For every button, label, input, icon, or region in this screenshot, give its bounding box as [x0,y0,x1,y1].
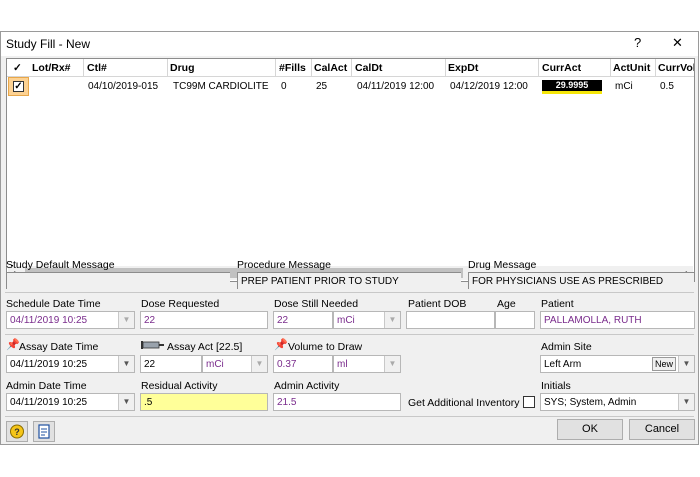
new-site-button[interactable]: New [652,357,676,371]
drug-message-box: FOR PHYSICIANS USE AS PRESCRIBED [468,272,694,289]
assay-act-label: Assay Act [22.5] [167,341,243,353]
chevron-down-icon[interactable]: ▼ [678,356,694,372]
col-currvol[interactable]: CurrVol [658,62,694,74]
cell-calact: 25 [316,81,328,92]
assay-dt-label: Assay Date Time [19,341,99,353]
ok-button[interactable]: OK [557,419,623,440]
residual-label: Residual Activity [141,380,218,392]
dose-still-unit-select[interactable]: mCi ▼ [333,311,401,329]
dose-requested-label: Dose Requested [141,298,220,310]
procedure-message-box: PREP PATIENT PRIOR TO STUDY [237,272,461,289]
dob-field[interactable] [406,311,495,329]
procedure-message-label: Procedure Message [237,259,331,271]
study-message-box [6,272,230,289]
cell-drug: TC99M CARDIOLITE [173,81,269,92]
dose-requested-field[interactable]: 22 [140,311,268,329]
col-caldt[interactable]: CalDt [355,62,382,74]
cancel-button[interactable]: Cancel [629,419,695,440]
admin-activity-label: Admin Activity [274,380,340,392]
notes-icon-button[interactable] [33,421,55,442]
admin-activity-field[interactable]: 21.5 [273,393,401,411]
col-calact[interactable]: CalAct [314,62,347,74]
admin-site-value: Left Arm [544,359,582,370]
volume-label: Volume to Draw [288,341,363,353]
study-fill-window: Study Fill - New ? ✕ ✓ Lot/Rx# Ctl# Drug… [0,31,699,445]
initials-select[interactable]: SYS; System, Admin ▼ [540,393,695,411]
divider [5,334,694,335]
col-lot[interactable]: Lot/Rx# [32,62,71,74]
col-fills[interactable]: #Fills [279,62,306,74]
schedule-label: Schedule Date Time [6,298,101,310]
col-check[interactable]: ✓ [13,62,22,74]
help-button[interactable]: ? [634,35,641,50]
chevron-down-icon[interactable]: ▼ [118,356,134,372]
svg-text:?: ? [14,427,20,437]
cell-currvol: 0.5 [660,81,674,92]
window-title: Study Fill - New [6,37,91,51]
dob-label: Patient DOB [408,298,467,310]
assay-datetime-field[interactable]: 04/11/2019 10:25 ▼ [6,355,135,373]
patient-label: Patient [541,298,574,310]
cell-expdt: 04/12/2019 12:00 [450,81,528,92]
assay-unit-value: mCi [206,359,224,370]
age-field[interactable] [495,311,535,329]
patient-field[interactable]: PALLAMOLLA, RUTH [540,311,695,329]
chevron-down-icon: ▼ [118,312,134,328]
admin-datetime-field[interactable]: 04/11/2019 10:25 ▼ [6,393,135,411]
syringe-icon[interactable] [141,340,165,350]
initials-label: Initials [541,380,571,392]
assay-unit-select[interactable]: mCi ▼ [202,355,268,373]
inventory-grid: ✓ Lot/Rx# Ctl# Drug #Fills CalAct CalDt … [6,58,695,282]
document-icon [38,424,50,439]
residual-activity-field[interactable]: .5 [140,393,268,411]
cell-curract: 29.9995 [542,80,602,94]
initials-value: SYS; System, Admin [544,397,637,408]
help-icon-button[interactable]: ? [6,421,28,442]
row-select-cell[interactable]: ✓ [8,77,29,96]
col-ctl[interactable]: Ctl# [87,62,107,74]
volume-field[interactable]: 0.37 [273,355,333,373]
col-drug[interactable]: Drug [170,62,195,74]
admin-site-select[interactable]: Left Arm New ▼ [540,355,695,373]
chevron-down-icon: ▼ [384,312,400,328]
cell-actunit: mCi [615,81,633,92]
admin-datetime-value: 04/11/2019 10:25 [10,397,88,408]
question-icon: ? [10,424,24,439]
col-expdt[interactable]: ExpDt [448,62,478,74]
dose-still-field[interactable]: 22 [273,311,333,329]
assay-datetime-value: 04/11/2019 10:25 [10,359,88,370]
grid-header: ✓ Lot/Rx# Ctl# Drug #Fills CalAct CalDt … [7,59,694,77]
chevron-down-icon[interactable]: ▼ [118,394,134,410]
volume-unit-value: ml [337,359,348,370]
dose-still-unit-value: mCi [337,315,355,326]
col-actunit[interactable]: ActUnit [613,62,650,74]
close-button[interactable]: ✕ [672,35,683,51]
study-message-label: Study Default Message [6,259,115,271]
drug-message-label: Drug Message [468,259,537,271]
chevron-down-icon[interactable]: ▼ [678,394,694,410]
admin-site-label: Admin Site [541,341,592,353]
col-curract[interactable]: CurrAct [542,62,581,74]
title-bar: Study Fill - New ? ✕ [1,32,698,56]
schedule-datetime-value: 04/11/2019 10:25 [10,315,88,326]
chevron-down-icon: ▼ [384,356,400,372]
assay-act-field[interactable]: 22 [140,355,202,373]
cell-ctl: 04/10/2019-015 [88,81,159,92]
schedule-datetime-field[interactable]: 04/11/2019 10:25 ▼ [6,311,135,329]
chevron-down-icon: ▼ [251,356,267,372]
get-inventory-checkbox[interactable] [523,396,535,408]
pushpin-icon[interactable]: 📌 [6,338,20,351]
cell-fills: 0 [281,81,287,92]
age-label: Age [497,298,516,310]
admin-dt-label: Admin Date Time [6,380,87,392]
divider [5,416,694,417]
cell-caldt: 04/11/2019 12:00 [357,81,435,92]
pushpin-icon[interactable]: 📌 [274,338,288,351]
divider [5,292,694,293]
dose-still-label: Dose Still Needed [274,298,359,310]
volume-unit-select[interactable]: ml ▼ [333,355,401,373]
get-inventory-label: Get Additional Inventory [408,397,520,409]
row-checkbox[interactable]: ✓ [13,81,24,92]
